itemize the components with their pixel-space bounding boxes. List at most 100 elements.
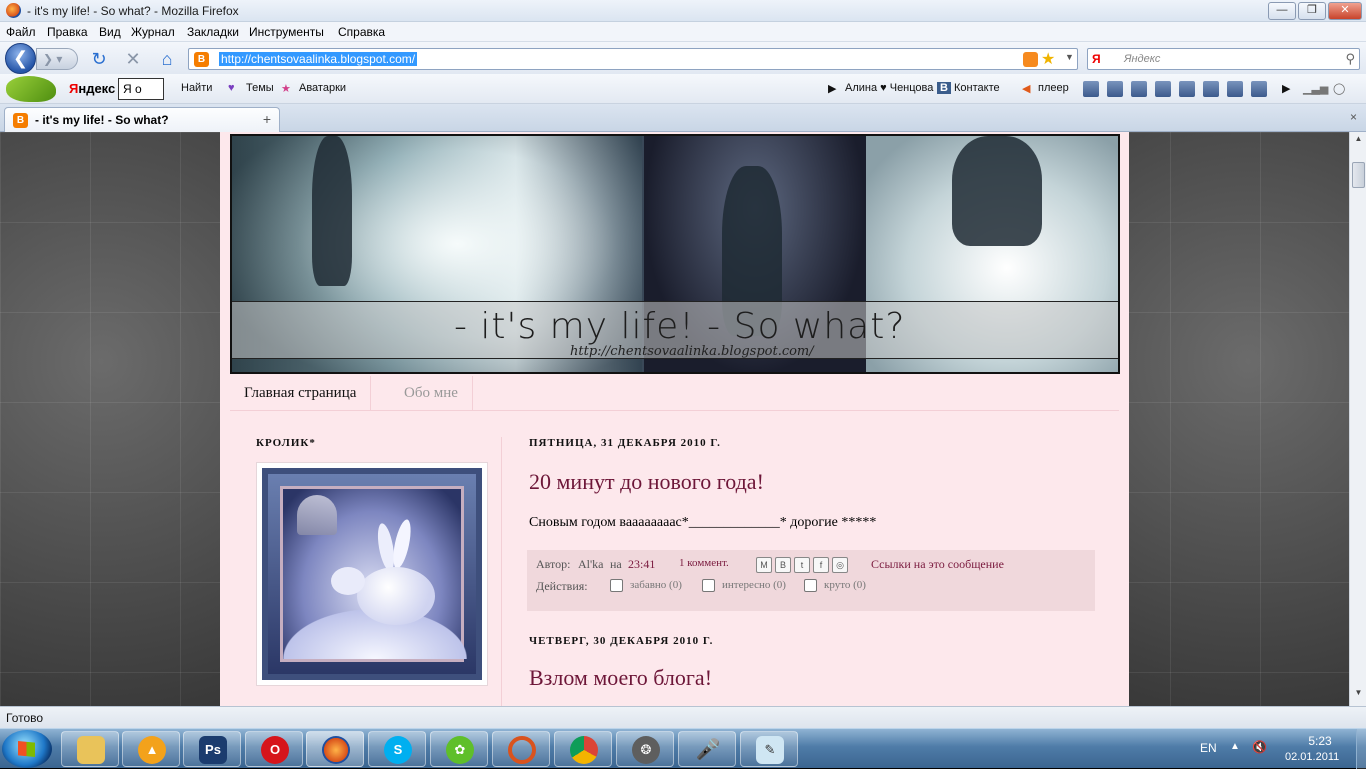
reload-icon[interactable]: ↻ <box>88 48 110 70</box>
minimize-button[interactable]: — <box>1268 2 1296 20</box>
taskbar-explorer[interactable] <box>61 731 119 767</box>
yandex-engine-icon[interactable]: Я <box>1092 52 1101 66</box>
url-text[interactable]: http://chentsovaalinka.blogspot.com/ <box>219 52 418 66</box>
email-share-icon[interactable]: M <box>756 557 772 573</box>
search-icon[interactable]: ⚲ <box>1345 51 1355 67</box>
menu-file[interactable]: Файл <box>6 25 36 39</box>
taskbar-app-ring[interactable] <box>492 731 550 767</box>
status-text: Готово <box>6 711 44 725</box>
clock-time[interactable]: 5:23 <box>1302 734 1338 748</box>
post-title-2[interactable]: Взлом моего блога! <box>529 665 712 691</box>
vk-button[interactable]: Контакте <box>954 82 1000 94</box>
player-button[interactable]: плеер <box>1038 82 1069 94</box>
reaction-interesting-checkbox[interactable] <box>702 579 715 592</box>
start-button[interactable] <box>2 730 52 768</box>
menu-edit[interactable]: Правка <box>47 25 88 39</box>
column-divider <box>501 437 502 706</box>
notepad-icon: ✎ <box>756 736 784 764</box>
chat-icon[interactable]: ◯ <box>1333 82 1345 95</box>
reaction-funny-label: забавно (0) <box>630 579 682 591</box>
taskbar-notes[interactable]: ✎ <box>740 731 798 767</box>
window-title: - it's my life! - So what? - Mozilla Fir… <box>27 4 239 18</box>
tab-active[interactable]: B - it's my life! - So what? <box>4 107 280 132</box>
taskbar-aimp[interactable]: ▲ <box>122 731 180 767</box>
close-tab-icon[interactable]: × <box>1350 110 1357 124</box>
taskbar-skype[interactable]: S <box>368 731 426 767</box>
film-icon[interactable] <box>1203 81 1219 97</box>
firefox-icon <box>6 3 21 18</box>
search-box[interactable]: Я Яндекс ⚲ <box>1087 48 1360 70</box>
nav-about[interactable]: Обо мне <box>390 376 473 411</box>
url-dropdown-icon[interactable]: ▼ <box>1065 52 1074 62</box>
notes-icon[interactable] <box>1227 81 1243 97</box>
taskbar-icq[interactable]: ✿ <box>430 731 488 767</box>
people-icon[interactable] <box>1107 81 1123 97</box>
menu-view[interactable]: Вид <box>99 25 121 39</box>
taskbar-photoshop[interactable]: Ps <box>183 731 241 767</box>
taskbar-opera[interactable]: O <box>245 731 303 767</box>
chevron-right-icon[interactable]: ▶ <box>828 82 836 95</box>
scroll-up-icon[interactable]: ▲ <box>1352 134 1365 148</box>
forward-button[interactable]: ❯ ▾ <box>36 48 78 70</box>
menu-history[interactable]: Журнал <box>131 25 175 39</box>
language-indicator[interactable]: EN <box>1200 741 1217 755</box>
maximize-button[interactable]: ❐ <box>1298 2 1326 20</box>
post-title[interactable]: 20 минут до нового года! <box>529 469 764 495</box>
taskbar-movie-maker[interactable]: ❂ <box>616 731 674 767</box>
bookmark-star-icon[interactable]: ★ <box>1041 49 1055 69</box>
house-icon[interactable] <box>1131 81 1147 97</box>
scroll-thumb[interactable] <box>1352 162 1365 188</box>
vertical-scrollbar[interactable]: ▲ ▼ <box>1349 132 1366 706</box>
twitter-share-icon[interactable]: t <box>794 557 810 573</box>
url-bar[interactable]: B http://chentsovaalinka.blogspot.com/ ★… <box>188 48 1078 70</box>
menu-tools[interactable]: Инструменты <box>249 25 324 39</box>
nav-home[interactable]: Главная страница <box>230 376 372 411</box>
blog-header-banner[interactable]: - it's my life! - So what? http://chents… <box>230 134 1120 374</box>
home-icon[interactable]: ⌂ <box>156 48 178 70</box>
menu-help[interactable]: Справка <box>338 25 385 39</box>
tray-expand-icon[interactable]: ▲ <box>1230 741 1240 752</box>
bunny-image[interactable] <box>256 462 488 686</box>
figure-left <box>312 136 352 286</box>
clock-date[interactable]: 02.01.2011 <box>1285 751 1345 763</box>
avatars-button[interactable]: Аватарки <box>299 82 346 94</box>
blogger-tab-icon: B <box>13 113 28 128</box>
stop-icon[interactable]: ✕ <box>122 48 144 70</box>
camera-icon[interactable] <box>1179 81 1195 97</box>
blogger-share-icon[interactable]: B <box>775 557 791 573</box>
speaker-icon: ◀ <box>1022 83 1031 95</box>
taskbar-microphone[interactable]: 🎤 <box>678 731 736 767</box>
taskbar-firefox[interactable] <box>306 731 364 767</box>
navigation-toolbar: ❮ ❯ ▾ ↻ ✕ ⌂ B http://chentsovaalinka.blo… <box>0 42 1366 74</box>
user-name[interactable]: Алина ♥ Ченцова <box>845 82 933 94</box>
post-date-2: ЧЕТВЕРГ, 30 ДЕКАБРЯ 2010 Г. <box>529 635 714 647</box>
volume-muted-icon[interactable]: 🔇 <box>1252 740 1268 756</box>
themes-button[interactable]: Темы <box>246 82 274 94</box>
show-desktop-button[interactable] <box>1356 729 1366 769</box>
tab-label: - it's my life! - So what? <box>35 113 169 127</box>
yandex-search-input[interactable]: Я о <box>118 78 164 100</box>
documents-icon[interactable] <box>1155 81 1171 97</box>
title-bar: - it's my life! - So what? - Mozilla Fir… <box>0 0 1366 22</box>
mail-icon[interactable] <box>1083 81 1099 97</box>
menu-bookmarks[interactable]: Закладки <box>187 25 239 39</box>
facebook-share-icon[interactable]: f <box>813 557 829 573</box>
reaction-cool-checkbox[interactable] <box>804 579 817 592</box>
firefox-window: - it's my life! - So what? - Mozilla Fir… <box>0 0 1366 728</box>
reaction-funny-checkbox[interactable] <box>610 579 623 592</box>
comments-link[interactable]: 1 коммент. <box>679 557 729 569</box>
post-time-link[interactable]: 23:41 <box>628 557 655 572</box>
plus-icon[interactable] <box>1251 81 1267 97</box>
post-links[interactable]: Ссылки на это сообщение <box>871 557 1004 572</box>
new-tab-button[interactable]: + <box>258 110 276 128</box>
scroll-down-icon[interactable]: ▼ <box>1352 688 1365 702</box>
buzz-share-icon[interactable]: ◎ <box>832 557 848 573</box>
taskbar-chrome[interactable] <box>554 731 612 767</box>
taskbar: ▲ Ps O S ✿ ❂ 🎤 ✎ EN ▲ 🔇 5:23 02.01.2011 <box>0 728 1366 769</box>
back-button[interactable]: ❮ <box>5 43 36 74</box>
more-icon[interactable]: ▶ <box>1282 82 1290 95</box>
yandex-find-button[interactable]: Найти <box>181 82 212 94</box>
close-window-button[interactable]: ✕ <box>1328 2 1362 20</box>
rss-icon[interactable] <box>1023 52 1038 67</box>
star-icon: ★ <box>281 83 291 95</box>
